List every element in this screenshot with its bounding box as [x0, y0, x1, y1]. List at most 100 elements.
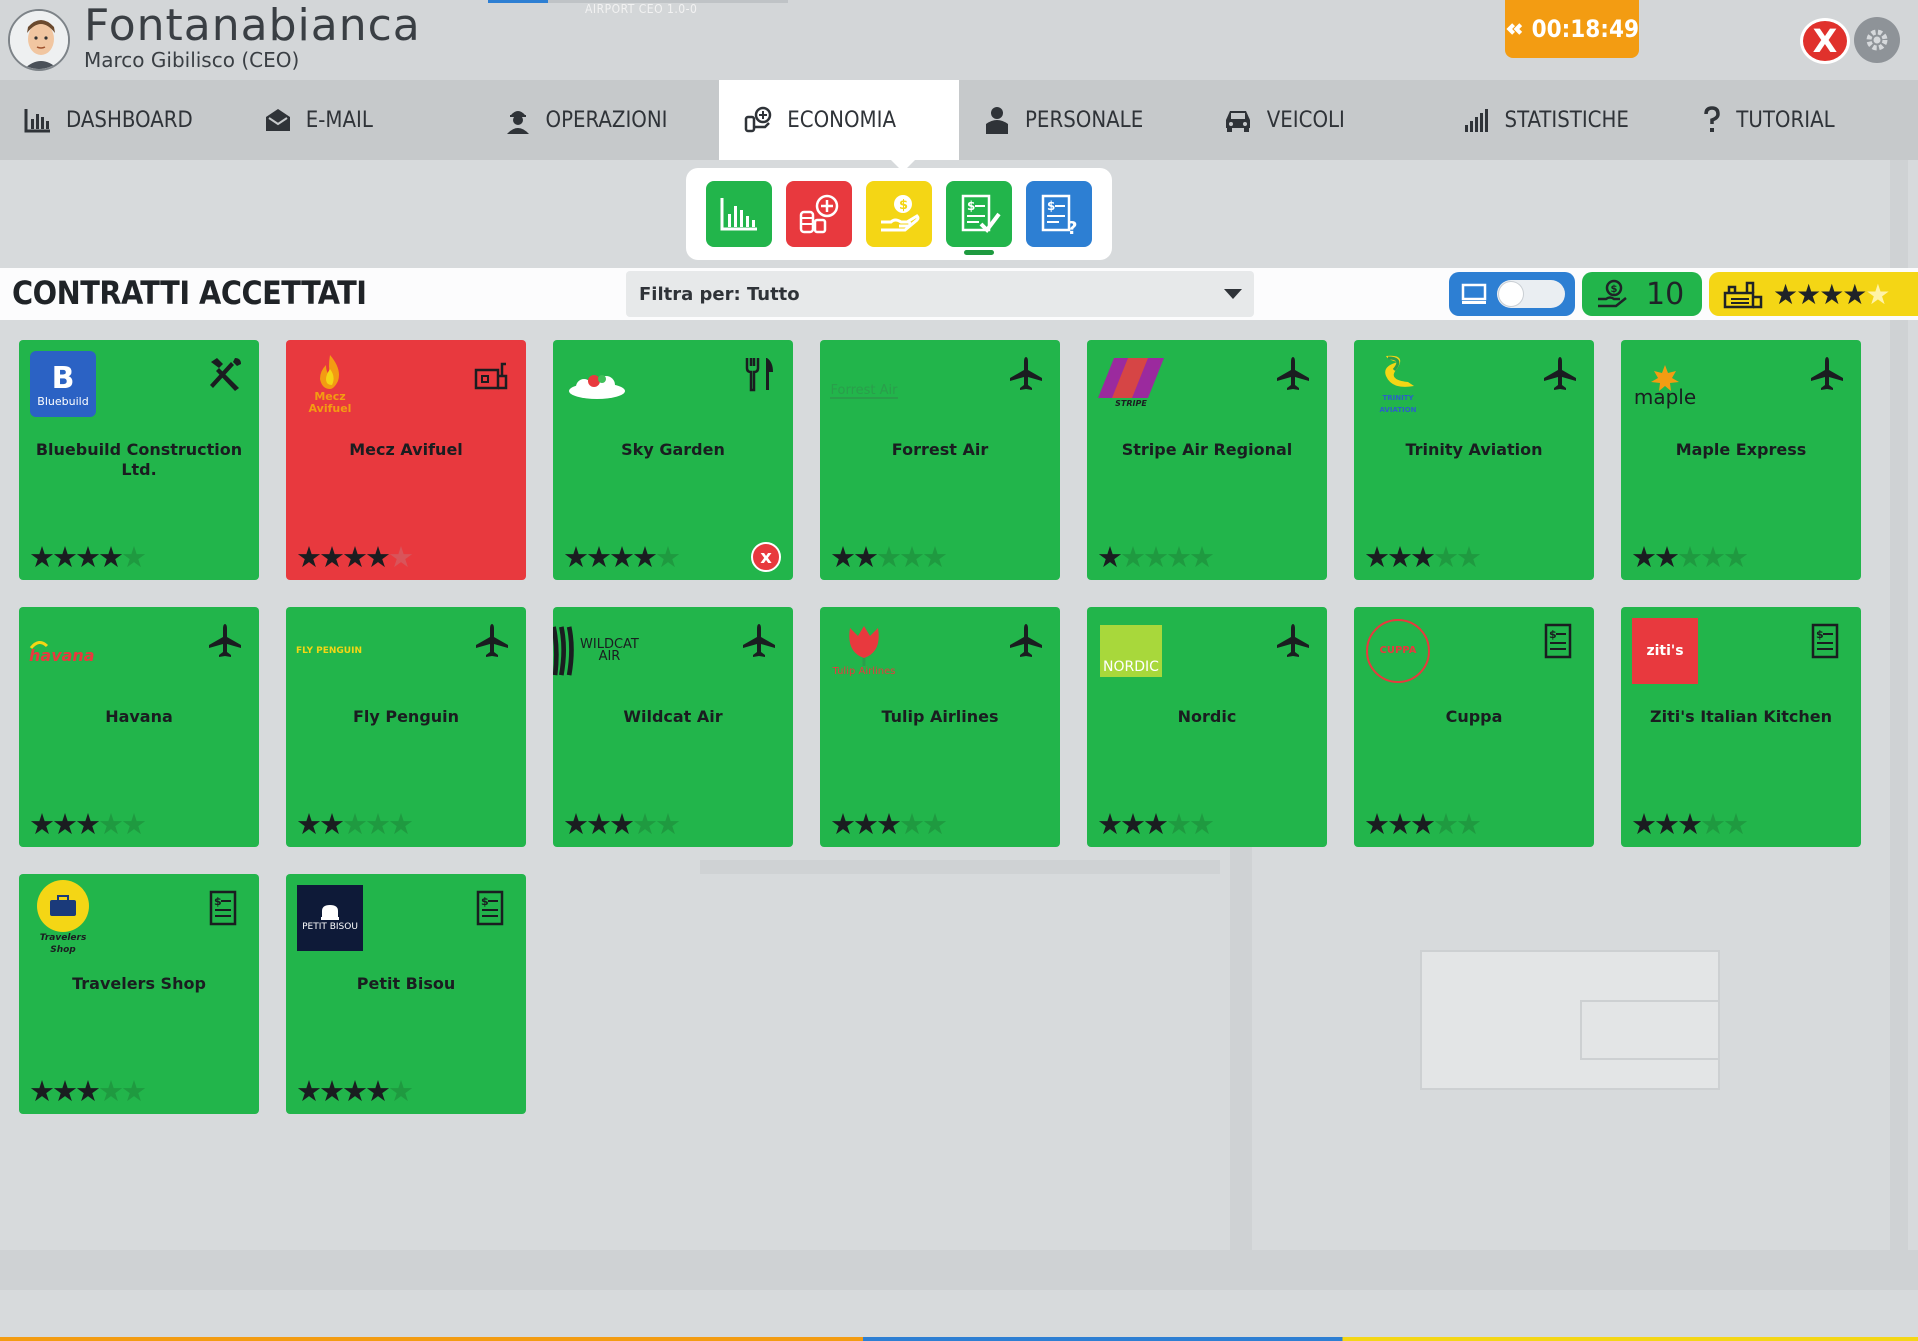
- nav-label: OPERAZIONI: [545, 107, 668, 133]
- contract-check-icon: $: [961, 194, 1001, 234]
- star-filled-icon: ★: [75, 807, 101, 841]
- nav-tutorial[interactable]: TUTORIAL: [1678, 80, 1918, 160]
- company-name: Nordic: [1177, 707, 1237, 726]
- ceo-avatar[interactable]: [8, 9, 70, 71]
- logo-text: havana: [29, 646, 95, 665]
- close-button[interactable]: X: [1800, 18, 1850, 64]
- settings-button[interactable]: [1854, 17, 1900, 63]
- company-name: Bluebuild Construction Ltd.: [35, 440, 243, 479]
- nav-veicoli[interactable]: VEICOLI: [1199, 80, 1439, 160]
- toggle-switch[interactable]: [1497, 280, 1565, 308]
- star-filled-icon: ★: [1387, 807, 1413, 841]
- star-empty-icon: ★: [121, 540, 147, 574]
- star-filled-icon: ★: [52, 807, 78, 841]
- company-logo: FLY PENGUIN: [296, 617, 364, 685]
- svg-text:$: $: [1047, 199, 1055, 213]
- star-rating: ★★★★★: [1364, 807, 1482, 841]
- svg-text:$: $: [214, 895, 222, 908]
- star-filled-icon: ★: [609, 540, 635, 574]
- star-empty-icon: ★: [1433, 807, 1459, 841]
- contract-card[interactable]: TRINITY AVIATION Trinity Aviation ★★★★★: [1354, 340, 1594, 580]
- accepted-contracts-button[interactable]: $: [946, 181, 1012, 255]
- star-rating: ★★★★★: [1364, 540, 1482, 574]
- investments-button[interactable]: $: [866, 181, 932, 247]
- contract-card[interactable]: havana Havana ★★★★★: [19, 607, 259, 847]
- loans-button[interactable]: [786, 181, 852, 247]
- contract-card[interactable]: B Bluebuild Bluebuild Construction Ltd. ★★★…: [19, 340, 259, 580]
- star-empty-icon: ★: [632, 807, 658, 841]
- contract-card[interactable]: PETIT BISOU $ Petit Bisou ★★★★★: [286, 874, 526, 1114]
- contract-card[interactable]: ziti's $ Ziti's Italian Kitchen ★★★★★: [1621, 607, 1861, 847]
- contract-card[interactable]: NORDIC Nordic ★★★★★: [1087, 607, 1327, 847]
- nav-label: VEICOLI: [1266, 107, 1345, 133]
- svg-text:$: $: [481, 895, 489, 908]
- star-rating: ★★★★★: [1097, 540, 1215, 574]
- star-filled-icon: ★: [830, 540, 856, 574]
- page-title: CONTRATTI ACCETTATI: [12, 274, 367, 312]
- star-empty-icon: ★: [365, 807, 391, 841]
- contract-card[interactable]: maple Maple Express ★★★★★: [1621, 340, 1861, 580]
- nav-personale[interactable]: PERSONALE: [959, 80, 1199, 160]
- star-empty-icon: ★: [1723, 540, 1749, 574]
- nav-dashboard[interactable]: DASHBOARD: [0, 80, 240, 160]
- contract-card[interactable]: STRIPE Stripe Air Regional ★★★★★: [1087, 340, 1327, 580]
- contract-card[interactable]: Tulip Airlines Tulip Airlines ★★★★★: [820, 607, 1060, 847]
- contract-offers-button[interactable]: $?: [1026, 181, 1092, 247]
- company-name: Stripe Air Regional: [1121, 440, 1293, 459]
- logo-text: Tulip Airlines: [832, 666, 896, 677]
- overview-chart-button[interactable]: [706, 181, 772, 247]
- company-name: Ziti's Italian Kitchen: [1650, 707, 1832, 726]
- star-empty-icon: ★: [922, 807, 948, 841]
- game-timer[interactable]: 00:18:49: [1505, 0, 1639, 58]
- star-empty-icon: ★: [922, 540, 948, 574]
- filter-dropdown[interactable]: Filtra per: Tutto: [626, 271, 1254, 317]
- star-filled-icon: ★: [1631, 540, 1657, 574]
- contract-card[interactable]: Travelers Shop $ Travelers Shop ★★★★★: [19, 874, 259, 1114]
- star-filled-icon: ★: [319, 1074, 345, 1108]
- star-empty-icon: ★: [899, 540, 925, 574]
- person-icon: [986, 107, 1008, 134]
- logo-text: PETIT BISOU: [302, 922, 358, 932]
- logo-text: CUPPA: [1379, 645, 1417, 656]
- star-filled-icon: ★: [853, 540, 879, 574]
- cancel-contract-button[interactable]: x: [751, 542, 781, 572]
- nav-label: TUTORIAL: [1736, 107, 1835, 133]
- nav-economia[interactable]: ECONOMIA: [719, 80, 959, 160]
- star-rating: ★★★★★: [830, 807, 948, 841]
- airplane-icon: [1006, 354, 1046, 394]
- contract-card[interactable]: Sky Garden ★★★★★ x: [553, 340, 793, 580]
- airport-terminal-icon: [1723, 281, 1763, 309]
- company-name: Havana: [105, 707, 173, 726]
- nav-label: PERSONALE: [1025, 107, 1144, 133]
- contract-card[interactable]: WILDCAT AIR Wildcat Air ★★★★★: [553, 607, 793, 847]
- contract-card[interactable]: Mecz Avifuel Mecz Avifuel ★★★★★: [286, 340, 526, 580]
- nav-email[interactable]: E-MAIL: [240, 80, 480, 160]
- star-filled-icon: ★: [586, 807, 612, 841]
- svg-text:$: $: [1611, 284, 1618, 295]
- view-toggle[interactable]: [1449, 272, 1575, 316]
- company-name: Trinity Aviation: [1405, 440, 1543, 459]
- logo-text: NORDIC: [1103, 659, 1159, 675]
- logo-text: Bluebuild: [37, 394, 89, 408]
- star-empty-icon: ★: [121, 1074, 147, 1108]
- nav-operazioni[interactable]: OPERAZIONI: [480, 80, 720, 160]
- star-empty-icon: ★: [1456, 540, 1482, 574]
- star-empty-icon: ★: [1143, 540, 1169, 574]
- star-filled-icon: ★: [296, 807, 322, 841]
- company-logo: NORDIC: [1097, 617, 1165, 685]
- question-icon: [1704, 106, 1721, 132]
- company-logo: ziti's: [1631, 617, 1699, 685]
- star-filled-icon: ★: [1654, 807, 1680, 841]
- star-empty-icon: ★: [876, 540, 902, 574]
- contract-card[interactable]: Forrest Air Forrest Air ★★★★★: [820, 340, 1060, 580]
- rating-stars: ★★★★: [1773, 277, 1867, 311]
- nav-statistiche[interactable]: STATISTICHE: [1439, 80, 1679, 160]
- star-filled-icon: ★: [342, 540, 368, 574]
- contract-icon: $: [205, 888, 245, 928]
- timer-text: 00:18:49: [1531, 15, 1639, 43]
- contract-card[interactable]: CUPPA $ Cuppa ★★★★★: [1354, 607, 1594, 847]
- star-filled-icon: ★: [853, 807, 879, 841]
- money-hand-icon: $: [1598, 279, 1627, 308]
- contract-card[interactable]: FLY PENGUIN Fly Penguin ★★★★★: [286, 607, 526, 847]
- top-header: Fontanabianca Marco Gibilisco (CEO) AIRP…: [0, 0, 1918, 80]
